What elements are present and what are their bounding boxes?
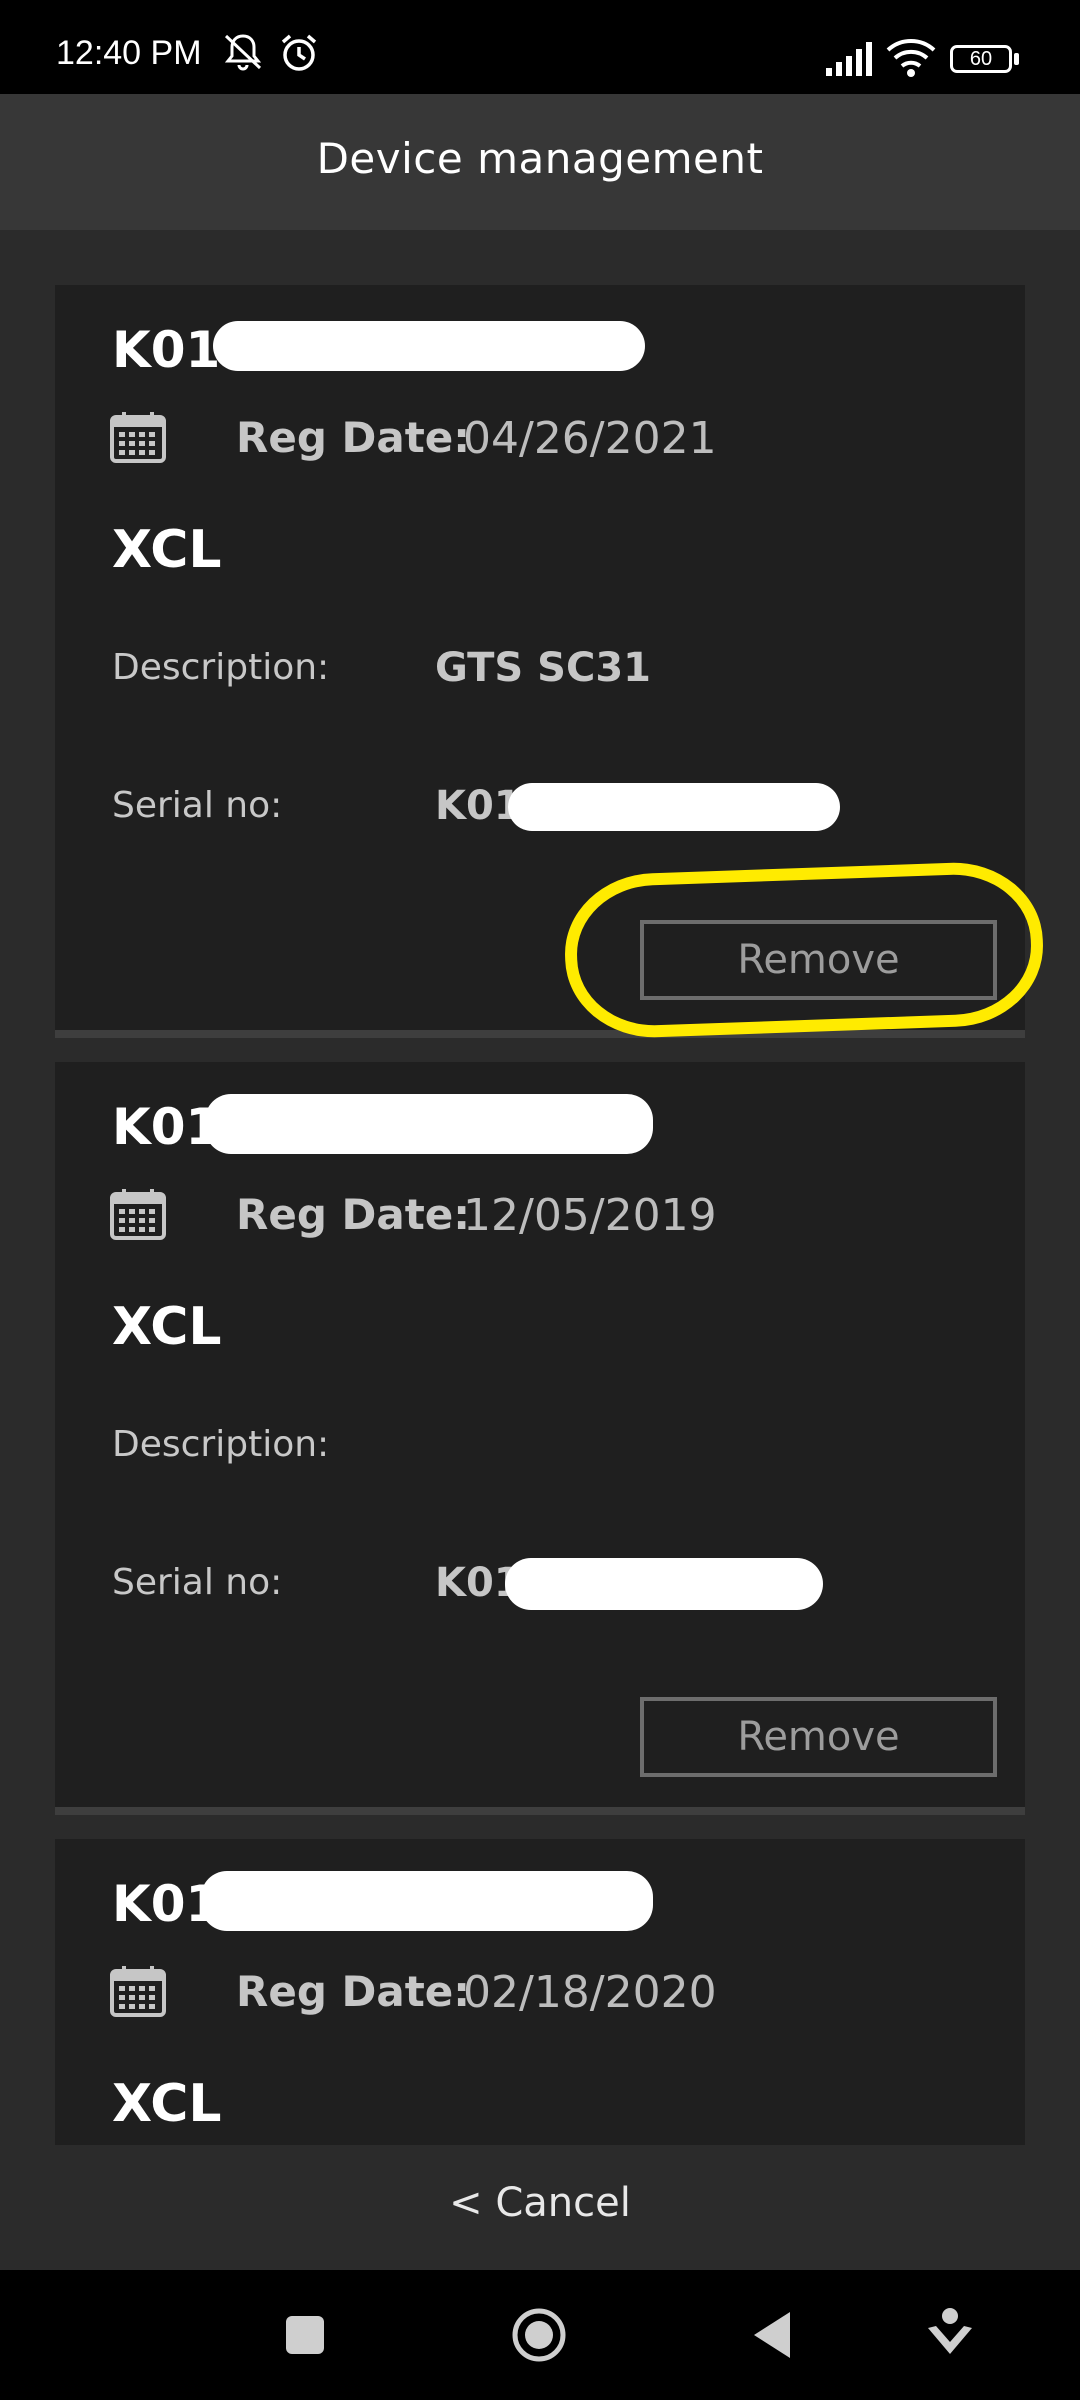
device-model: XCL — [112, 2074, 222, 2134]
redaction-mark — [505, 1558, 823, 1610]
remove-button[interactable]: Remove — [640, 1697, 997, 1777]
serial-label: Serial no: — [112, 785, 283, 826]
battery-tip — [1014, 53, 1019, 65]
description-value: GTS SC31 — [435, 645, 651, 691]
calendar-icon — [110, 1189, 166, 1240]
home-icon[interactable] — [510, 2306, 568, 2364]
alarm-icon — [281, 34, 317, 71]
status-time: 12:40 PM — [56, 34, 202, 72]
device-list[interactable]: K01 Reg Date: 04/26/2021 XCL Description… — [55, 285, 1025, 2145]
recents-icon[interactable] — [284, 2314, 326, 2356]
calendar-icon — [110, 1966, 166, 2017]
navigation-bar — [0, 2270, 1080, 2400]
device-card: K01 Reg Date: 02/18/2020 XCL — [55, 1839, 1025, 2145]
page-title: Device management — [316, 134, 764, 183]
device-model: XCL — [112, 1297, 222, 1357]
back-icon[interactable] — [752, 2310, 792, 2360]
battery-level: 60 — [969, 48, 993, 70]
description-label: Description: — [112, 647, 330, 688]
cancel-button[interactable]: < Cancel — [0, 2180, 1080, 2226]
redaction-mark — [201, 1871, 653, 1931]
device-model: XCL — [112, 520, 222, 580]
calendar-icon — [110, 412, 166, 463]
battery-icon: 60 — [950, 45, 1012, 73]
reg-date-row: Reg Date: 04/26/2021 — [110, 407, 810, 467]
device-serial-heading: K01 — [112, 321, 221, 379]
signal-icon — [826, 42, 872, 76]
wifi-icon — [886, 39, 936, 77]
assist-icon[interactable] — [926, 2306, 974, 2362]
highlight-annotation — [562, 859, 1046, 1041]
status-bar: 12:40 PM 60 — [0, 0, 1080, 94]
reg-date-row: Reg Date: 02/18/2020 — [110, 1961, 810, 2021]
reg-date-label: Reg Date: — [236, 1190, 471, 1239]
card-divider — [55, 1807, 1025, 1815]
redaction-mark — [213, 321, 645, 371]
device-card: K01 Reg Date: 12/05/2019 XCL Description… — [55, 1062, 1025, 1807]
reg-date-value: 12/05/2019 — [463, 1190, 717, 1241]
reg-date-label: Reg Date: — [236, 1967, 471, 2016]
bell-off-icon — [224, 34, 262, 71]
reg-date-row: Reg Date: 12/05/2019 — [110, 1184, 810, 1244]
card-divider — [55, 1030, 1025, 1038]
reg-date-label: Reg Date: — [236, 413, 471, 462]
reg-date-value: 02/18/2020 — [463, 1967, 717, 2018]
redaction-mark — [205, 1094, 653, 1154]
reg-date-value: 04/26/2021 — [463, 413, 717, 464]
redaction-mark — [508, 783, 840, 831]
app-header: Device management — [0, 94, 1080, 230]
serial-label: Serial no: — [112, 1562, 283, 1603]
description-label: Description: — [112, 1424, 330, 1465]
